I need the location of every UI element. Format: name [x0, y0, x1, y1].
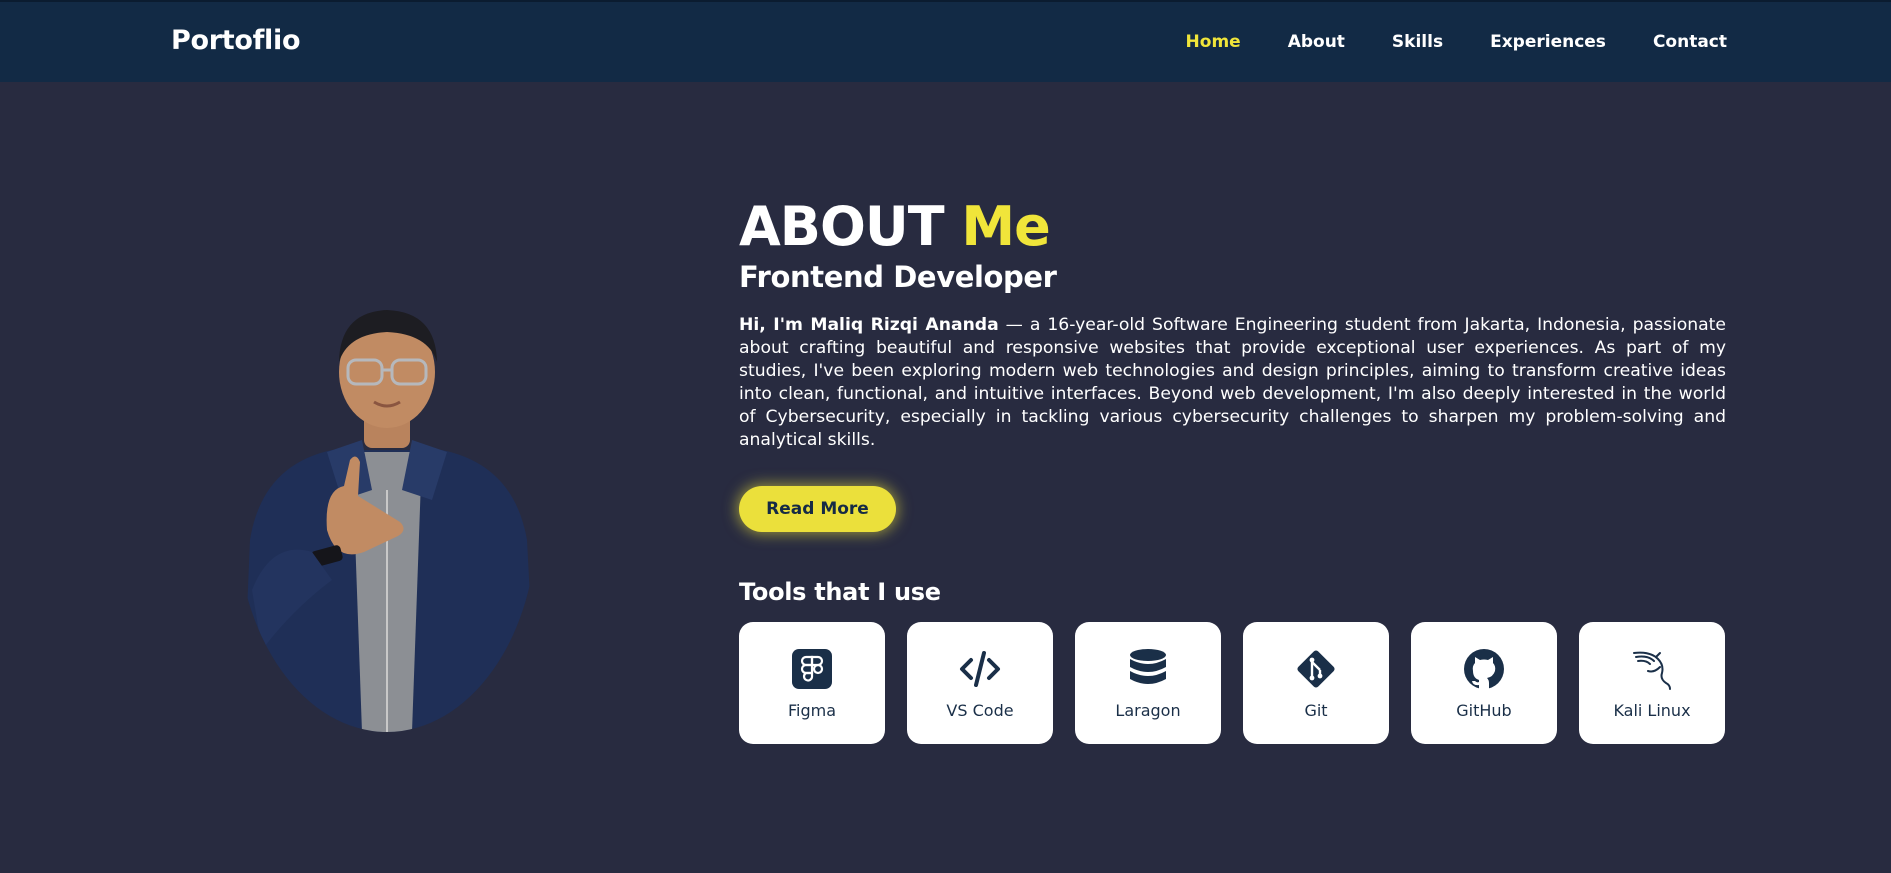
nav-links: Home About Skills Experiences Contact — [1186, 32, 1727, 52]
kali-linux-icon — [1633, 651, 1671, 690]
git-icon — [1297, 649, 1335, 688]
about-title-main: ABOUT — [739, 195, 945, 258]
tool-label: Kali Linux — [1613, 700, 1691, 720]
github-icon — [1464, 648, 1504, 689]
tools-list: Figma VS Code Laragon Git GitHub Kali Li… — [739, 622, 1726, 744]
nav-link-home[interactable]: Home — [1186, 32, 1241, 52]
role-subtitle: Frontend Developer — [739, 260, 1057, 294]
nav-link-skills[interactable]: Skills — [1392, 32, 1443, 52]
tool-card-github[interactable]: GitHub — [1411, 622, 1557, 744]
about-section: ABOUT Me Frontend Developer Hi, I'm Mali… — [739, 200, 1726, 744]
tool-label: Git — [1304, 700, 1328, 720]
tool-card-laragon[interactable]: Laragon — [1075, 622, 1221, 744]
brand-logo[interactable]: Portoflio — [171, 25, 301, 56]
tool-card-vscode[interactable]: VS Code — [907, 622, 1053, 744]
bio-intro: Hi, I'm Maliq Rizqi Ananda — [739, 315, 999, 335]
about-title-accent: Me — [961, 195, 1050, 258]
tool-label: Laragon — [1115, 700, 1181, 720]
read-more-button[interactable]: Read More — [739, 486, 896, 532]
profile-photo — [232, 290, 542, 732]
tool-label: Figma — [787, 700, 837, 720]
tools-heading: Tools that I use — [739, 578, 941, 606]
tool-label: GitHub — [1456, 700, 1512, 720]
tool-card-kali-linux[interactable]: Kali Linux — [1579, 622, 1725, 744]
tool-card-git[interactable]: Git — [1243, 622, 1389, 744]
bio-text: — a 16-year-old Software Engineering stu… — [739, 315, 1726, 450]
about-title: ABOUT Me — [739, 200, 1726, 254]
nav-link-contact[interactable]: Contact — [1653, 32, 1727, 52]
code-icon — [960, 650, 1000, 687]
database-icon — [1130, 648, 1166, 684]
figma-icon — [792, 648, 832, 689]
navbar: Portoflio Home About Skills Experiences … — [0, 0, 1891, 82]
tool-card-figma[interactable]: Figma — [739, 622, 885, 744]
nav-link-about[interactable]: About — [1288, 32, 1345, 52]
bio-paragraph: Hi, I'm Maliq Rizqi Ananda — a 16-year-o… — [739, 314, 1726, 452]
tool-label: VS Code — [946, 700, 1014, 720]
nav-link-experiences[interactable]: Experiences — [1490, 32, 1606, 52]
